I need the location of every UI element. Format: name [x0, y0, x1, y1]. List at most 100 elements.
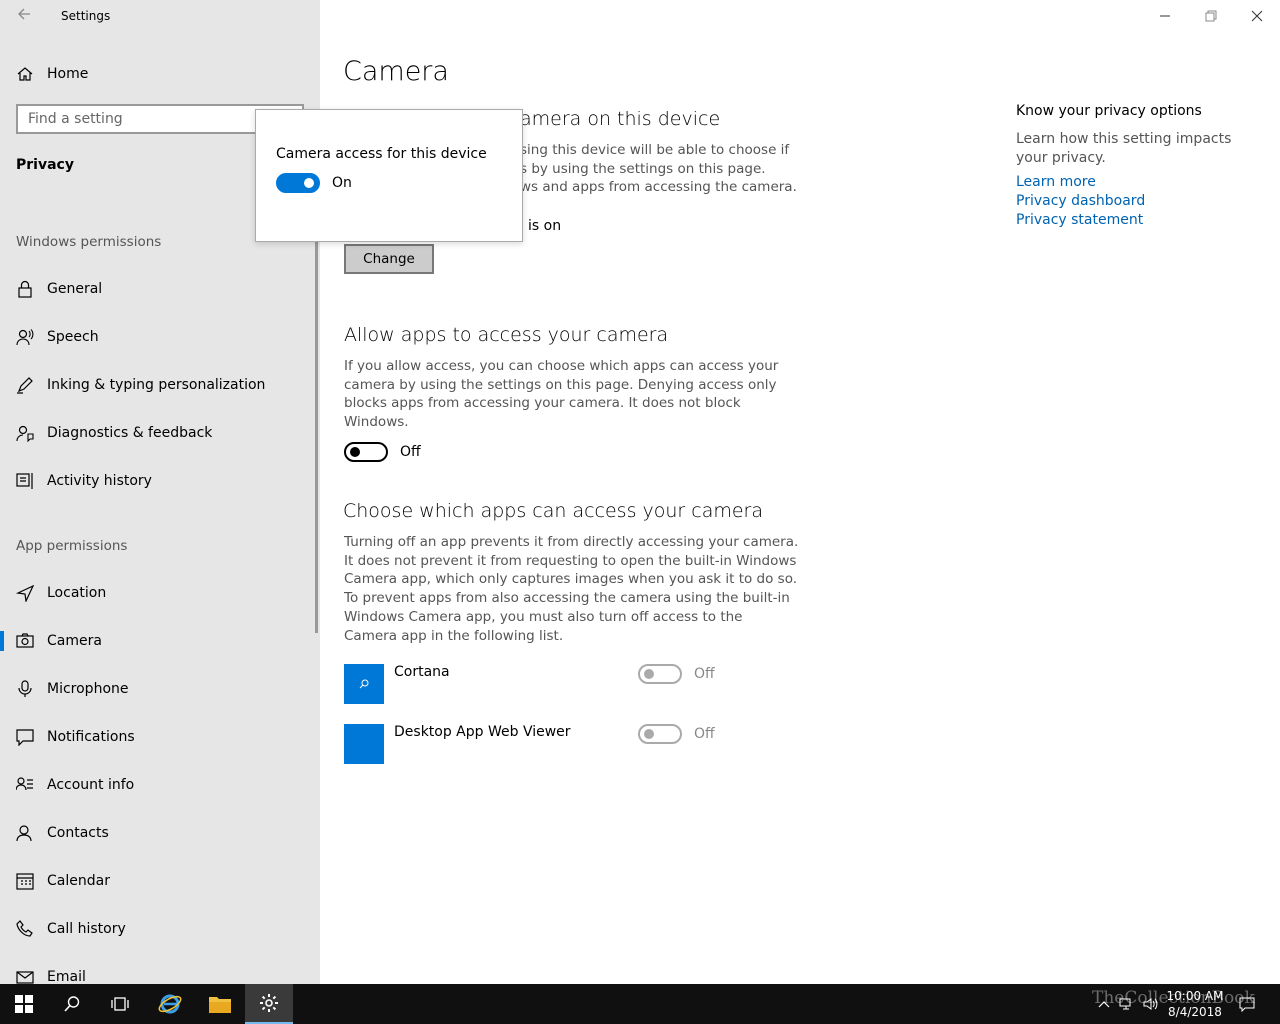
- privacy-options-title: Know your privacy options: [1016, 103, 1202, 119]
- settings-taskbar-icon[interactable]: [245, 984, 293, 1024]
- device-access-heading: amera on this device: [520, 108, 721, 130]
- learn-more-link[interactable]: Learn more: [1016, 174, 1096, 190]
- sidebar-item-label: Activity history: [47, 473, 152, 489]
- sidebar-item-label: Diagnostics & feedback: [47, 425, 213, 441]
- privacy-dashboard-link[interactable]: Privacy dashboard: [1016, 193, 1145, 209]
- choose-apps-description: Turning off an app prevents it from dire…: [344, 534, 799, 644]
- cortana-camera-toggle[interactable]: [638, 664, 682, 684]
- diagnostics-icon: [16, 424, 34, 442]
- sidebar-item-calendar[interactable]: Calendar: [0, 861, 314, 901]
- close-icon[interactable]: [1234, 0, 1280, 32]
- sidebar-item-label: Email: [47, 969, 86, 984]
- window-title: Settings: [61, 9, 111, 23]
- camera-access-device-toggle[interactable]: [276, 173, 320, 193]
- sidebar-item-label: Contacts: [47, 825, 109, 841]
- allow-apps-description: If you allow access, you can choose whic…: [344, 358, 779, 431]
- microphone-icon: [16, 680, 34, 698]
- search-placeholder: Find a setting: [28, 111, 123, 127]
- sidebar-item-speech[interactable]: Speech: [0, 317, 314, 357]
- back-arrow-icon[interactable]: [14, 6, 34, 26]
- file-explorer-icon[interactable]: [196, 984, 244, 1024]
- toggle-knob: [350, 447, 360, 457]
- windows-logo-icon: [15, 995, 33, 1013]
- sidebar-item-email[interactable]: Email: [0, 957, 314, 984]
- desktop-app-web-viewer-toggle-label: Off: [694, 726, 715, 742]
- sidebar-item-home[interactable]: Home: [16, 64, 88, 84]
- sidebar-item-diagnostics[interactable]: Diagnostics & feedback: [0, 413, 314, 453]
- volume-icon[interactable]: [1140, 984, 1162, 1024]
- calendar-icon: [16, 872, 34, 890]
- toggle-knob: [644, 729, 654, 739]
- device-access-text-line-2: s by using the settings on this page.: [520, 161, 766, 177]
- allow-apps-toggle-label: Off: [400, 444, 421, 460]
- windows-permissions-label: Windows permissions: [16, 234, 162, 250]
- device-access-status: is on: [528, 218, 562, 234]
- restore-icon[interactable]: [1188, 0, 1234, 32]
- choose-apps-heading: Choose which apps can access your camera: [343, 500, 764, 522]
- app-name-desktop-app-web-viewer: Desktop App Web Viewer: [394, 724, 571, 740]
- sidebar-item-label: Location: [47, 585, 107, 601]
- popup-title: Camera access for this device: [276, 146, 487, 162]
- lock-icon: [16, 280, 34, 298]
- current-section-label: Privacy: [16, 157, 74, 173]
- sidebar-item-camera[interactable]: Camera: [0, 621, 314, 661]
- home-icon: [16, 65, 34, 83]
- search-taskbar-icon[interactable]: [48, 984, 96, 1024]
- inking-icon: [16, 376, 34, 394]
- taskbar: TheCollectionBook 10:00 AM 8/4/2018: [0, 984, 1280, 1024]
- sidebar-item-account-info[interactable]: Account info: [0, 765, 314, 805]
- page-title: Camera: [343, 56, 449, 87]
- toggle-knob: [644, 669, 654, 679]
- sidebar-item-label: Camera: [47, 633, 102, 649]
- sidebar-item-label: Account info: [47, 777, 135, 793]
- clock-time: 10:00 AM: [1166, 989, 1224, 1003]
- app-permissions-label: App permissions: [16, 538, 128, 554]
- allow-apps-toggle[interactable]: [344, 442, 388, 462]
- call-history-icon: [16, 920, 34, 938]
- internet-explorer-icon[interactable]: [146, 984, 194, 1024]
- clock-date: 8/4/2018: [1168, 1005, 1222, 1019]
- contacts-icon: [16, 824, 34, 842]
- sidebar-item-microphone[interactable]: Microphone: [0, 669, 314, 709]
- sidebar-item-label: Calendar: [47, 873, 110, 889]
- sidebar-item-label: Call history: [47, 921, 126, 937]
- email-icon: [16, 968, 34, 984]
- task-view-icon[interactable]: [96, 984, 144, 1024]
- cortana-toggle-label: Off: [694, 666, 715, 682]
- taskbar-clock[interactable]: 10:00 AM 8/4/2018: [1160, 988, 1230, 1020]
- sidebar-item-general[interactable]: General: [0, 269, 314, 309]
- network-icon[interactable]: [1116, 984, 1138, 1024]
- privacy-statement-link[interactable]: Privacy statement: [1016, 212, 1143, 228]
- desktop-app-web-viewer-camera-toggle[interactable]: [638, 724, 682, 744]
- privacy-options-text: Learn how this setting impacts your priv…: [1016, 131, 1232, 166]
- notifications-icon: [16, 728, 34, 746]
- popup-toggle-label: On: [332, 175, 352, 191]
- camera-icon: [16, 632, 34, 650]
- sidebar-item-contacts[interactable]: Contacts: [0, 813, 314, 853]
- toggle-knob: [304, 178, 314, 188]
- sidebar-item-label: Inking & typing personalization: [47, 377, 266, 393]
- action-center-icon[interactable]: [1236, 984, 1258, 1024]
- sidebar-item-label: Microphone: [47, 681, 129, 697]
- sidebar-item-location[interactable]: Location: [0, 573, 314, 613]
- sidebar-item-call-history[interactable]: Call history: [0, 909, 314, 949]
- desktop-app-web-viewer-icon: [344, 724, 384, 764]
- minimize-icon[interactable]: [1142, 0, 1188, 32]
- sidebar-item-activity-history[interactable]: Activity history: [0, 461, 314, 501]
- start-button[interactable]: [0, 984, 48, 1024]
- activity-history-icon: [16, 472, 34, 490]
- sidebar-item-notifications[interactable]: Notifications: [0, 717, 314, 757]
- location-icon: [16, 584, 34, 602]
- sidebar-item-label: Speech: [47, 329, 99, 345]
- cortana-app-icon: [344, 664, 384, 704]
- device-access-text-line-1: sing this device will be able to choose …: [520, 142, 790, 158]
- device-access-text-line-3: ws and apps from accessing the camera.: [520, 179, 797, 195]
- change-button[interactable]: Change: [344, 244, 434, 274]
- sidebar-item-label: General: [47, 281, 103, 297]
- show-hidden-icons[interactable]: [1094, 984, 1114, 1024]
- account-info-icon: [16, 776, 34, 794]
- speech-icon: [16, 328, 34, 346]
- sidebar-item-inking[interactable]: Inking & typing personalization: [0, 365, 314, 405]
- camera-access-popup: Camera access for this device On: [255, 109, 523, 242]
- app-name-cortana: Cortana: [394, 664, 450, 680]
